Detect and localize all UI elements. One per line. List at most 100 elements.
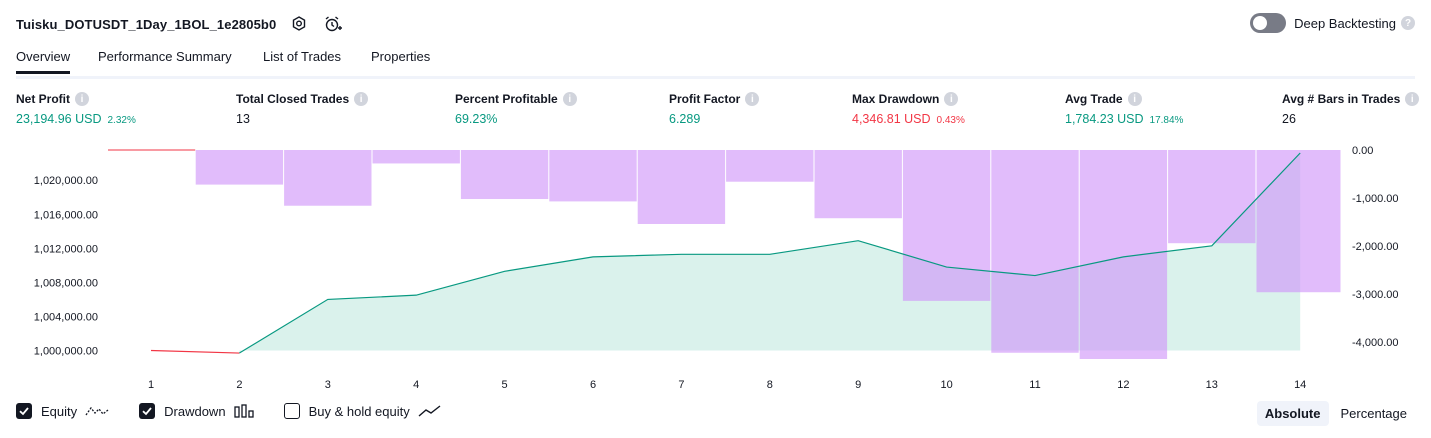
metric-percent: 17.84% [1149,115,1184,126]
report-tabs: Overview Performance Summary List of Tra… [16,46,1415,79]
x-axis-tick-label: 4 [413,379,419,391]
metric-total-closed-trades: Total Closed Trades i 13 [236,92,369,126]
left-axis-tick-label: 1,000,000.00 [34,345,98,357]
drawdown-bar [991,150,1079,353]
metric-value: 6.289 [669,112,701,126]
metric-value: 23,194.96 USD [16,112,102,126]
buy-hold-equity-checkbox[interactable]: Buy & hold equity [283,403,442,419]
checkbox-checked[interactable] [16,403,32,419]
metric-value: 69.23% [455,112,498,126]
metric-value: 4,346.81 USD [852,112,931,126]
checkbox-unchecked[interactable] [283,403,300,419]
metric-value: 13 [236,112,250,126]
buy-hold-line-icon [418,403,442,419]
buy-hold-equity-label: Buy & hold equity [308,403,410,419]
drawdown-label: Drawdown [164,403,226,419]
x-axis-tick-label: 8 [767,379,773,391]
tab-properties[interactable]: Properties [371,49,430,71]
metric-value: 26 [1282,112,1296,126]
info-icon[interactable]: i [1127,92,1142,106]
strategy-header: Tuisku_DOTUSDT_1Day_1BOL_1e2805b0 [16,12,344,36]
tab-overview[interactable]: Overview [16,49,71,74]
toggle-knob [1253,16,1268,30]
left-axis-tick-label: 1,016,000.00 [34,209,98,221]
info-icon[interactable]: i [354,92,369,106]
metric-label: Net Profit [16,92,70,106]
left-axis-tick-label: 1,020,000.00 [34,175,98,187]
x-axis-tick-label: 11 [1029,379,1040,391]
x-axis-tick-label: 6 [590,379,596,391]
metric-profit-factor: Profit Factor i 6.289 [669,92,760,126]
metric-max-drawdown: Max Drawdown i 4,346.81 USD 0.43% [852,92,965,126]
equity-checkbox[interactable]: Equity [16,403,109,419]
x-axis-tick-label: 3 [325,379,331,391]
right-axis-tick-label: -3,000.00 [1352,289,1398,301]
equity-loss-segment [150,349,240,354]
settings-icon[interactable] [288,13,310,35]
drawdown-bar [1079,150,1168,359]
chart-legend: Equity Drawdown Buy & hold equity [16,403,472,419]
metric-avg-bars-in-trades: Avg # Bars in Trades i 26 [1282,92,1420,126]
right-axis-tick-label: 0.00 [1352,145,1373,157]
info-icon[interactable]: i [562,92,577,106]
drawdown-bar [637,150,726,224]
drawdown-bar [284,150,372,206]
metric-net-profit: Net Profit i 23,194.96 USD 2.32% [16,92,136,126]
drawdown-bar [1256,150,1341,293]
left-axis-tick-label: 1,004,000.00 [34,311,98,323]
drawdown-bar [814,150,902,219]
metric-label: Total Closed Trades [236,92,350,106]
x-axis-tick-label: 2 [236,379,242,391]
drawdown-bar [549,150,637,202]
metric-label: Percent Profitable [455,92,558,106]
drawdown-bar [1168,150,1256,244]
left-axis-tick-label: 1,008,000.00 [34,277,98,289]
checkbox-checked[interactable] [139,403,156,419]
metric-avg-trade: Avg Trade i 1,784.23 USD 17.84% [1065,92,1183,126]
info-icon[interactable]: i [944,92,959,106]
right-axis-tick-label: -1,000.00 [1352,193,1398,205]
summary-metrics: Net Profit i 23,194.96 USD 2.32% Total Clo… [0,92,1431,132]
drawdown-bar [726,150,814,182]
x-axis-tick-label: 12 [1117,379,1129,391]
drawdown-bar [460,150,549,200]
x-axis-tick-label: 7 [678,379,684,391]
equity-drawdown-chart[interactable]: 1,000,000.00 1,004,000.00 1,008,000.00 1,01… [0,140,1431,398]
metric-label: Avg Trade [1065,92,1123,106]
deep-backtesting-toggle[interactable] [1250,13,1287,33]
strategy-title: Tuisku_DOTUSDT_1Day_1BOL_1e2805b0 [16,16,277,32]
info-icon[interactable]: i [75,92,89,106]
tab-performance-summary[interactable]: Performance Summary [98,49,232,71]
x-axis-tick-label: 5 [502,379,508,391]
metric-percent-profitable: Percent Profitable i 69.23% [455,92,577,126]
metric-label: Max Drawdown [852,92,940,106]
metric-value: 1,784.23 USD [1065,112,1144,126]
info-icon[interactable]: i [745,92,760,106]
metric-percent: 2.32% [107,115,136,126]
scale-toggle: Absolute Percentage [1253,401,1415,426]
left-axis-tick-label: 1,012,000.00 [34,243,98,255]
metric-label: Profit Factor [669,92,741,106]
drawdown-bar [195,150,284,185]
equity-line-icon [85,403,109,419]
metric-percent: 0.43% [936,115,965,126]
help-icon[interactable]: ? [1401,16,1415,30]
info-icon[interactable]: i [1405,92,1420,106]
drawdown-bars-icon [233,403,254,419]
x-axis-tick-label: 9 [855,379,861,391]
add-alert-icon[interactable] [322,13,344,35]
x-axis-tick-label: 14 [1294,379,1306,391]
right-axis-tick-label: -2,000.00 [1352,241,1398,253]
tab-list-of-trades[interactable]: List of Trades [263,49,341,71]
right-axis-tick-label: -4,000.00 [1352,337,1398,349]
x-axis-tick-label: 1 [148,379,154,391]
absolute-button[interactable]: Absolute [1256,401,1329,426]
drawdown-bar [372,150,460,164]
equity-label: Equity [41,403,78,419]
metric-label: Avg # Bars in Trades [1282,92,1401,106]
drawdown-checkbox[interactable]: Drawdown [139,403,254,419]
x-axis-tick-label: 13 [1206,379,1218,391]
x-axis-tick-label: 10 [940,379,952,391]
percentage-button[interactable]: Percentage [1333,401,1416,426]
deep-backtesting-control: Deep Backtesting ? [1250,13,1415,33]
